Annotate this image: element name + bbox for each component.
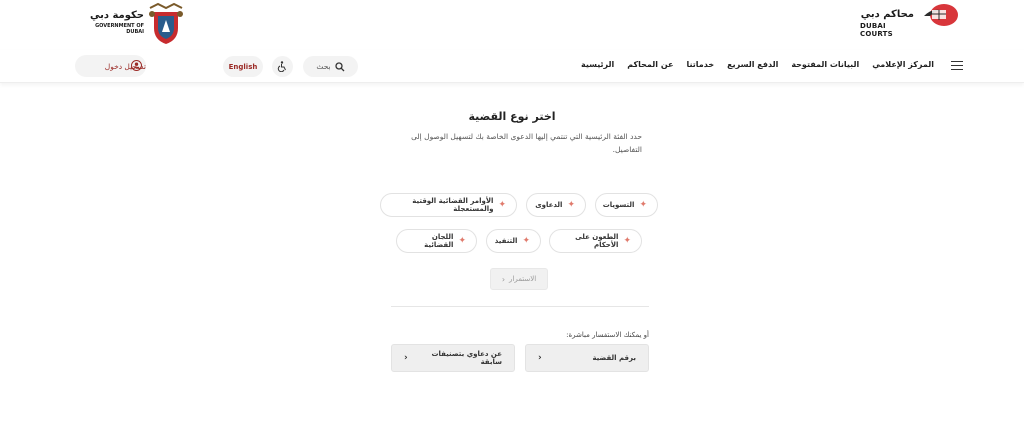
chevron-right-icon: › (538, 353, 542, 363)
category-chip-execution[interactable]: التنفيذ ✦ (486, 229, 541, 253)
dubai-courts-logo-title: محاكم دبي (860, 9, 914, 20)
star-icon: ✦ (458, 236, 466, 246)
category-label: التسويات (602, 201, 635, 209)
page-description: حدد الفئة الرئيسية التي تنتمي إليها الدع… (411, 132, 642, 154)
continue-label: الاستمرار (509, 275, 537, 283)
search-label: بحث (316, 62, 331, 71)
inquire-by-case-number-button[interactable]: › برقم القضية (525, 344, 649, 372)
nav-item-media-center[interactable]: المركز الإعلامي (872, 60, 934, 69)
category-label: التنفيذ (494, 237, 518, 245)
accessibility-button[interactable] (272, 56, 293, 77)
hamburger-menu-icon[interactable] (951, 61, 963, 71)
nav-item-about-courts[interactable]: عن المحاكم (627, 60, 673, 69)
gov-logo-title: حكومة دبي (89, 10, 144, 21)
alt-inquiry-prompt: أو يمكنك الاستفسار مباشرة: (566, 331, 649, 339)
search-button[interactable]: بحث (303, 56, 358, 77)
nav-links: الرئيسية عن المحاكم خدماتنا الدفع السريع… (581, 60, 934, 69)
gov-emblem-icon (149, 2, 183, 44)
category-label: الأوامر القضائية الوقتية والمستعجلة (412, 197, 494, 213)
site-header: محاكم دبي DUBAI COURTS حكومة دبي GOVERNM… (0, 0, 1024, 50)
government-of-dubai-logo[interactable]: حكومة دبي GOVERNMENT OF DUBAI (78, 2, 188, 46)
star-icon: ✦ (498, 200, 506, 210)
inquire-previous-categories-button[interactable]: › عن دعاوي بتصنيفات سابقة (391, 344, 515, 372)
nav-item-open-data[interactable]: البيانات المفتوحة (791, 60, 859, 69)
category-chip-judicial-committees[interactable]: اللجان القضائية ✦ (396, 229, 477, 253)
star-icon: ✦ (639, 200, 647, 210)
chevron-left-icon: ‹ (501, 274, 506, 284)
nav-item-quick-pay[interactable]: الدفع السريع (727, 60, 778, 69)
alt-button-label: برقم القضية (592, 354, 636, 362)
user-icon (131, 60, 142, 71)
search-icon (334, 61, 345, 71)
continue-button[interactable]: الاستمرار ‹ (490, 268, 548, 290)
category-label: الطعون على الأحكام (575, 233, 619, 249)
star-icon: ✦ (567, 200, 575, 210)
main-navigation: الرئيسية عن المحاكم خدماتنا الدفع السريع… (0, 50, 1024, 83)
dubai-courts-logo-subtitle: DUBAI COURTS (860, 22, 893, 38)
category-chip-appeals[interactable]: الطعون على الأحكام ✦ (549, 229, 642, 253)
language-toggle-button[interactable]: English (223, 56, 263, 77)
nav-item-home[interactable]: الرئيسية (581, 60, 614, 69)
gov-logo-subtitle: GOVERNMENT OF DUBAI (95, 23, 144, 35)
category-chip-urgent-orders[interactable]: الأوامر القضائية الوقتية والمستعجلة ✦ (380, 193, 517, 217)
page-title: اختر نوع القضية (468, 110, 556, 123)
alt-button-label: عن دعاوي بتصنيفات سابقة (431, 350, 502, 366)
dubai-courts-emblem-icon (924, 4, 958, 26)
login-button[interactable]: تسجيل دخول (75, 55, 146, 77)
nav-item-services[interactable]: خدماتنا (687, 60, 715, 69)
category-chip-lawsuits[interactable]: الدعاوى ✦ (526, 193, 586, 217)
divider (391, 306, 649, 307)
accessibility-icon (277, 61, 286, 72)
star-icon: ✦ (623, 236, 631, 246)
category-label: اللجان القضائية (424, 233, 454, 249)
star-icon: ✦ (522, 236, 530, 246)
category-label: الدعاوى (535, 201, 563, 209)
category-chip-settlements[interactable]: التسويات ✦ (595, 193, 658, 217)
